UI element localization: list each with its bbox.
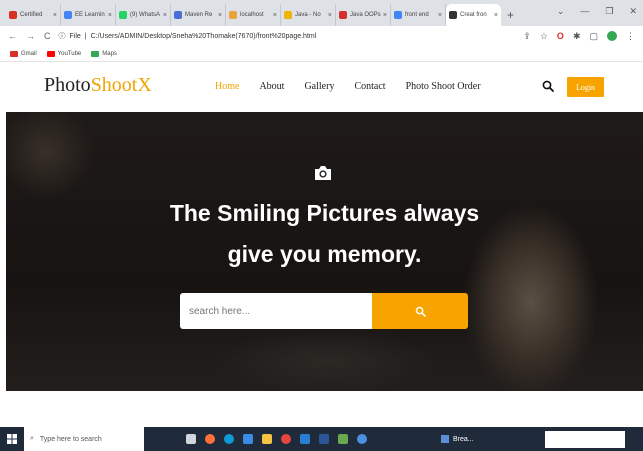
bookmark-youtube[interactable]: YouTube bbox=[46, 50, 81, 57]
url-text[interactable]: C:/Users/ADMIN/Desktop/Sneha%20Thomake(7… bbox=[91, 33, 317, 40]
chrome-icon[interactable] bbox=[281, 434, 291, 444]
youtube-icon bbox=[46, 50, 55, 57]
site-nav: Home About Gallery Contact Photo Shoot O… bbox=[215, 81, 481, 92]
search-icon[interactable] bbox=[542, 80, 554, 92]
close-tab-icon[interactable]: × bbox=[438, 12, 442, 19]
chat-icon[interactable] bbox=[357, 434, 367, 444]
site-header: PhotoShootX Home About Gallery Contact P… bbox=[0, 62, 643, 112]
notepad-icon[interactable] bbox=[338, 434, 348, 444]
camera-icon bbox=[315, 166, 331, 180]
login-button[interactable]: Login bbox=[567, 77, 604, 97]
hero-title-line-1: The Smiling Pictures always bbox=[169, 200, 480, 226]
close-tab-icon[interactable]: × bbox=[163, 12, 167, 19]
close-tab-icon[interactable]: × bbox=[53, 12, 57, 19]
close-tab-icon[interactable]: × bbox=[494, 12, 498, 19]
browser-tab-active[interactable]: Creat fron × bbox=[446, 4, 501, 26]
window-controls: ⌄ — ❐ ✕ bbox=[557, 6, 637, 17]
url-field[interactable]: ⓘ File | C:/Users/ADMIN/Desktop/Sneha%20… bbox=[59, 31, 317, 41]
url-prefix: File bbox=[69, 32, 81, 40]
address-bar: ← → C ⓘ File | C:/Users/ADMIN/Desktop/Sn… bbox=[0, 26, 643, 46]
start-button[interactable] bbox=[0, 427, 24, 451]
tab-favicon-icon bbox=[284, 11, 292, 19]
browser-tab[interactable]: front end × bbox=[391, 4, 446, 26]
reload-icon[interactable]: C bbox=[44, 31, 51, 41]
taskbar-apps bbox=[186, 434, 367, 444]
windows-taskbar: ⌕ Type here to search Brea... bbox=[0, 427, 643, 451]
gmail-icon bbox=[10, 50, 18, 57]
close-tab-icon[interactable]: × bbox=[383, 12, 387, 19]
tab-favicon-icon bbox=[9, 11, 17, 19]
search-icon: ⌕ bbox=[30, 435, 34, 442]
tab-favicon-icon bbox=[64, 11, 72, 19]
tab-favicon-icon bbox=[449, 11, 457, 19]
forward-icon[interactable]: → bbox=[26, 31, 35, 41]
nav-contact[interactable]: Contact bbox=[354, 81, 385, 92]
browser-tab[interactable]: Certified × bbox=[6, 4, 61, 26]
browser-tab-strip: Certified × EE Learnin × (9) WhatsA × Maven… bbox=[0, 0, 643, 26]
restore-icon[interactable]: ❐ bbox=[605, 6, 613, 17]
bookmark-star-icon[interactable]: ☆ bbox=[540, 31, 548, 42]
close-window-icon[interactable]: ✕ bbox=[629, 6, 637, 17]
share-icon[interactable]: ⇪ bbox=[523, 31, 531, 42]
new-tab-button[interactable]: + bbox=[501, 4, 520, 26]
maps-icon bbox=[91, 50, 100, 57]
minimize-icon[interactable]: — bbox=[580, 6, 589, 17]
close-tab-icon[interactable]: × bbox=[218, 12, 222, 19]
nav-gallery[interactable]: Gallery bbox=[304, 81, 334, 92]
tab-favicon-icon bbox=[339, 11, 347, 19]
browser-tab[interactable]: Java OOPs × bbox=[336, 4, 391, 26]
search-input[interactable] bbox=[180, 293, 372, 329]
profile-avatar[interactable] bbox=[607, 31, 617, 41]
info-icon[interactable]: ⓘ bbox=[59, 31, 66, 41]
windows-logo-icon bbox=[7, 434, 17, 444]
close-tab-icon[interactable]: × bbox=[108, 12, 112, 19]
firefox-icon[interactable] bbox=[205, 434, 215, 444]
back-icon[interactable]: ← bbox=[8, 31, 17, 41]
browser-tab[interactable]: localhost × bbox=[226, 4, 281, 26]
taskbar-preview bbox=[545, 431, 625, 448]
chevron-down-icon[interactable]: ⌄ bbox=[557, 6, 565, 17]
extensions-icon[interactable]: ✱ bbox=[573, 31, 581, 42]
more-menu-icon[interactable]: ⋮ bbox=[626, 31, 635, 42]
mail-icon[interactable] bbox=[300, 434, 310, 444]
taskbar-running-app[interactable]: Brea... bbox=[441, 435, 474, 443]
tab-favicon-icon bbox=[394, 11, 402, 19]
bookmarks-bar: Gmail YouTube Maps bbox=[0, 46, 643, 62]
sidebar-icon[interactable]: ▢ bbox=[589, 31, 598, 42]
search-icon bbox=[415, 306, 426, 317]
nav-about[interactable]: About bbox=[259, 81, 284, 92]
browser-tab[interactable]: EE Learnin × bbox=[61, 4, 116, 26]
taskbar-search[interactable]: ⌕ Type here to search bbox=[24, 427, 144, 451]
task-view-icon[interactable] bbox=[186, 434, 196, 444]
close-tab-icon[interactable]: × bbox=[328, 12, 332, 19]
hero-title-line-2: give you memory. bbox=[227, 241, 422, 267]
close-tab-icon[interactable]: × bbox=[273, 12, 277, 19]
hero-banner: The Smiling Pictures always give you mem… bbox=[6, 112, 643, 391]
store-icon[interactable] bbox=[243, 434, 253, 444]
web-page: PhotoShootX Home About Gallery Contact P… bbox=[0, 62, 643, 427]
tab-favicon-icon bbox=[174, 11, 182, 19]
file-explorer-icon[interactable] bbox=[262, 434, 272, 444]
word-icon[interactable] bbox=[319, 434, 329, 444]
edge-icon[interactable] bbox=[224, 434, 234, 444]
browser-tab[interactable]: Java - No × bbox=[281, 4, 336, 26]
nav-photo-shoot-order[interactable]: Photo Shoot Order bbox=[406, 81, 481, 92]
tab-favicon-icon bbox=[229, 11, 237, 19]
site-logo[interactable]: PhotoShootX bbox=[44, 74, 152, 97]
browser-tab[interactable]: (9) WhatsA × bbox=[116, 4, 171, 26]
bookmark-maps[interactable]: Maps bbox=[91, 50, 117, 57]
bookmark-gmail[interactable]: Gmail bbox=[10, 50, 37, 57]
app-icon bbox=[441, 435, 449, 443]
opera-extension-icon[interactable]: O bbox=[557, 31, 564, 41]
tab-favicon-icon bbox=[119, 11, 127, 19]
nav-home[interactable]: Home bbox=[215, 81, 239, 92]
search-button[interactable] bbox=[372, 293, 468, 329]
browser-tab[interactable]: Maven Re × bbox=[171, 4, 226, 26]
